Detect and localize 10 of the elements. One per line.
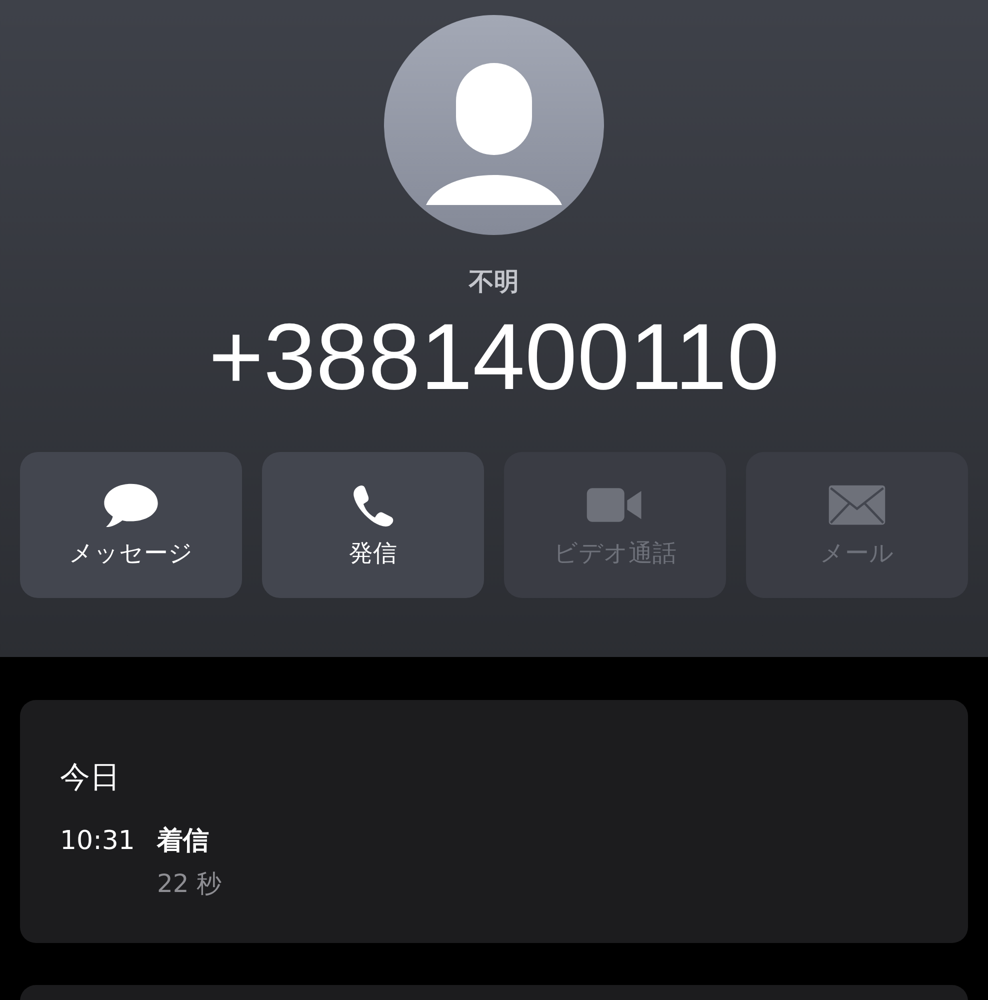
phone-number: +3881400110 (208, 307, 780, 407)
action-button[interactable]: メッセージ (20, 452, 242, 598)
action-button[interactable]: 発信 (262, 452, 484, 598)
call-duration: 22 秒 (156, 868, 222, 900)
section-title: 今日 (60, 759, 121, 797)
speech-bubble-icon (101, 482, 161, 528)
call-time: 10:31 (60, 825, 135, 858)
contact-label: 不明 (469, 266, 519, 298)
call-type: 着信 (156, 825, 209, 858)
avatar-icon (384, 15, 604, 235)
